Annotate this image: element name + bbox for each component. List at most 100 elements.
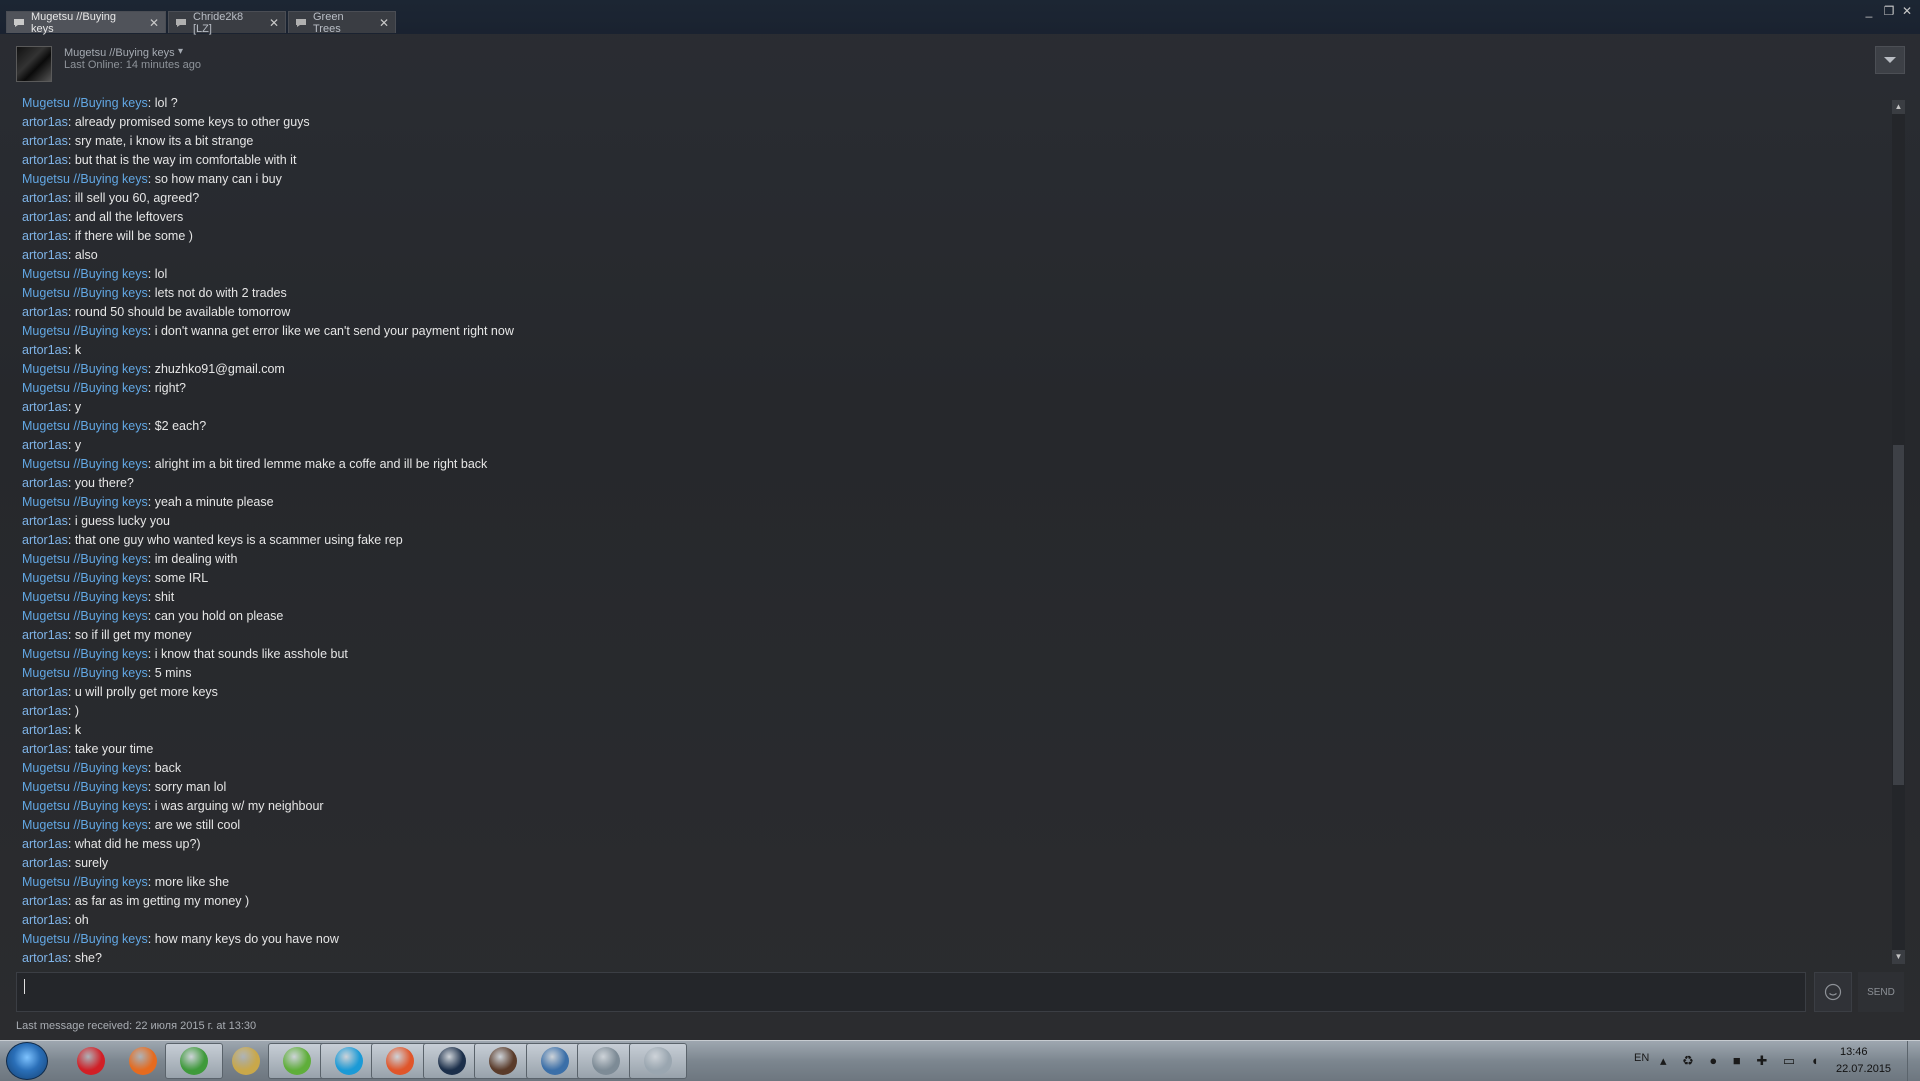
taskbar-app-button[interactable] xyxy=(114,1043,172,1079)
message-text: take your time xyxy=(74,742,154,756)
taskbar-app-button[interactable] xyxy=(371,1043,429,1079)
chat-message: artor1as: if there will be some ) xyxy=(22,227,1872,246)
message-input[interactable] xyxy=(16,972,1806,1012)
taskbar-app-button[interactable] xyxy=(628,1043,687,1079)
emoticon-button[interactable] xyxy=(1814,972,1852,1012)
close-icon[interactable]: ✕ xyxy=(141,16,159,30)
message-sender[interactable]: Mugetsu //Buying keys xyxy=(22,457,148,471)
message-sender[interactable]: artor1as xyxy=(22,856,68,870)
message-sender[interactable]: Mugetsu //Buying keys xyxy=(22,419,148,433)
scroll-up-icon[interactable]: ▲ xyxy=(1892,100,1905,114)
taskbar-app-button[interactable] xyxy=(474,1043,532,1079)
message-sender[interactable]: Mugetsu //Buying keys xyxy=(22,172,148,186)
start-button[interactable] xyxy=(6,1042,48,1080)
message-sender[interactable]: artor1as xyxy=(22,191,68,205)
message-text: so how many can i buy xyxy=(154,172,282,186)
message-sender[interactable]: Mugetsu //Buying keys xyxy=(22,647,148,661)
send-button[interactable]: SEND xyxy=(1858,972,1904,1012)
message-separator: : xyxy=(67,153,75,167)
message-sender[interactable]: Mugetsu //Buying keys xyxy=(22,799,148,813)
show-desktop-button[interactable] xyxy=(1907,1041,1920,1081)
message-separator: : xyxy=(147,666,155,680)
message-sender[interactable]: Mugetsu //Buying keys xyxy=(22,362,148,376)
language-indicator[interactable]: EN xyxy=(1634,1052,1649,1064)
message-text: you there? xyxy=(74,476,134,490)
message-text: i know that sounds like asshole but xyxy=(154,647,348,661)
message-sender[interactable]: artor1as xyxy=(22,134,68,148)
message-sender[interactable]: Mugetsu //Buying keys xyxy=(22,495,148,509)
tab-mugetsu[interactable]: Mugetsu //Buying keys ✕ xyxy=(6,11,166,35)
message-sender[interactable]: artor1as xyxy=(22,628,68,642)
taskbar-app-button[interactable] xyxy=(577,1043,635,1079)
tab-chride[interactable]: Chride2k8 [LZ] ✕ xyxy=(168,11,286,35)
chat-message: artor1as: as far as im getting my money … xyxy=(22,892,1872,911)
message-sender[interactable]: artor1as xyxy=(22,894,68,908)
message-sender[interactable]: Mugetsu //Buying keys xyxy=(22,381,148,395)
message-text: i was arguing w/ my neighbour xyxy=(154,799,324,813)
message-sender[interactable]: artor1as xyxy=(22,343,68,357)
message-sender[interactable]: artor1as xyxy=(22,913,68,927)
message-sender[interactable]: artor1as xyxy=(22,476,68,490)
message-sender[interactable]: Mugetsu //Buying keys xyxy=(22,875,148,889)
maximize-button[interactable]: ❐ xyxy=(1882,4,1896,18)
message-sender[interactable]: Mugetsu //Buying keys xyxy=(22,666,148,680)
message-sender[interactable]: artor1as xyxy=(22,153,68,167)
taskbar-app-button[interactable] xyxy=(62,1043,120,1079)
message-sender[interactable]: Mugetsu //Buying keys xyxy=(22,324,148,338)
close-icon[interactable]: ✕ xyxy=(261,16,279,30)
avatar[interactable] xyxy=(16,46,52,82)
taskbar-app-button[interactable] xyxy=(217,1043,275,1079)
minimize-button[interactable]: _ xyxy=(1862,4,1876,18)
message-sender[interactable]: Mugetsu //Buying keys xyxy=(22,590,148,604)
clock-date[interactable]: 22.07.2015 xyxy=(1836,1063,1891,1075)
message-sender[interactable]: artor1as xyxy=(22,115,68,129)
message-sender[interactable]: artor1as xyxy=(22,533,68,547)
tab-green-trees[interactable]: Green Trees ✕ xyxy=(288,11,396,35)
message-sender[interactable]: artor1as xyxy=(22,837,68,851)
taskbar-app-button[interactable] xyxy=(268,1043,326,1079)
taskbar-app-button[interactable] xyxy=(422,1043,481,1079)
message-sender[interactable]: Mugetsu //Buying keys xyxy=(22,267,148,281)
chat-message: artor1as: k xyxy=(22,341,1872,360)
scrollbar[interactable]: ▲ ▼ xyxy=(1892,100,1905,964)
message-sender[interactable]: artor1as xyxy=(22,951,68,965)
message-sender[interactable]: Mugetsu //Buying keys xyxy=(22,552,148,566)
media-player-icon xyxy=(386,1047,414,1075)
message-sender[interactable]: Mugetsu //Buying keys xyxy=(22,571,148,585)
message-text: she? xyxy=(74,951,102,965)
message-sender[interactable]: artor1as xyxy=(22,400,68,414)
message-sender[interactable]: artor1as xyxy=(22,704,68,718)
close-icon[interactable]: ✕ xyxy=(371,16,389,30)
message-separator: : xyxy=(67,210,75,224)
message-sender[interactable]: artor1as xyxy=(22,438,68,452)
message-sender[interactable]: Mugetsu //Buying keys xyxy=(22,96,148,110)
message-sender[interactable]: artor1as xyxy=(22,723,68,737)
friend-name[interactable]: Mugetsu //Buying keys xyxy=(64,47,175,59)
message-sender[interactable]: Mugetsu //Buying keys xyxy=(22,932,148,946)
scroll-down-icon[interactable]: ▼ xyxy=(1892,950,1905,964)
taskbar-app-button[interactable] xyxy=(165,1043,223,1079)
chevron-down-icon[interactable]: ▾ xyxy=(178,46,183,57)
message-sender[interactable]: artor1as xyxy=(22,210,68,224)
close-window-button[interactable]: ✕ xyxy=(1900,4,1914,18)
message-sender[interactable]: artor1as xyxy=(22,742,68,756)
scrollbar-thumb[interactable] xyxy=(1893,445,1904,785)
clock-time[interactable]: 13:46 xyxy=(1840,1046,1868,1058)
message-sender[interactable]: Mugetsu //Buying keys xyxy=(22,761,148,775)
taskbar-app-button[interactable] xyxy=(525,1043,584,1079)
message-sender[interactable]: artor1as xyxy=(22,305,68,319)
message-sender[interactable]: artor1as xyxy=(22,514,68,528)
message-sender[interactable]: Mugetsu //Buying keys xyxy=(22,780,148,794)
message-sender[interactable]: artor1as xyxy=(22,229,68,243)
message-sender[interactable]: artor1as xyxy=(22,248,68,262)
message-sender[interactable]: Mugetsu //Buying keys xyxy=(22,609,148,623)
message-separator: : xyxy=(147,571,155,585)
message-separator: : xyxy=(67,913,75,927)
firefox-icon xyxy=(128,1047,157,1075)
message-sender[interactable]: artor1as xyxy=(22,685,68,699)
chat-options-button[interactable] xyxy=(1875,46,1905,74)
taskbar-app-button[interactable] xyxy=(319,1043,378,1079)
message-sender[interactable]: Mugetsu //Buying keys xyxy=(22,286,148,300)
message-sender[interactable]: Mugetsu //Buying keys xyxy=(22,818,148,832)
system-tray-icons[interactable]: ▴ ♻ ● ■ ✚ ▭ ◖ xyxy=(1660,1053,1825,1069)
